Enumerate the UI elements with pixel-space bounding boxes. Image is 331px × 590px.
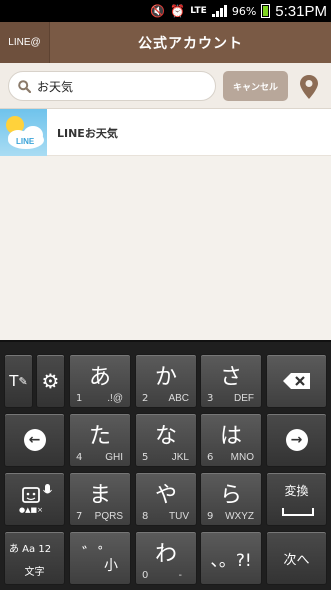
status-icons: 🔇 ⏰ LTE 96% 5:31PM <box>150 0 327 22</box>
settings-key[interactable]: ⚙ <box>36 354 65 408</box>
text-cursor-icon: T ✎ <box>9 372 28 390</box>
key-num: 4 <box>76 452 83 463</box>
lte-label: LTE <box>190 6 207 16</box>
key-kana: あ <box>88 365 111 390</box>
input-mode-options: あ Aa 12 <box>9 544 52 555</box>
clock: 5:31PM <box>275 2 327 20</box>
next-label: 次へ <box>283 552 310 568</box>
svg-text:●▲■×: ●▲■× <box>19 506 43 514</box>
back-button[interactable]: LINE@ <box>0 22 50 63</box>
account-name: LINEお天気 <box>57 126 118 140</box>
location-pin-icon[interactable] <box>299 74 319 100</box>
key-ha[interactable]: は 6 MNO <box>200 413 262 467</box>
handwriting-key[interactable]: T ✎ <box>4 354 33 408</box>
key-ra[interactable]: ら 9 WXYZ <box>200 472 262 526</box>
signal-icon <box>211 5 227 17</box>
input-mode-key[interactable]: あ Aa 12 文字 <box>4 531 65 585</box>
key-kana: ら <box>219 483 242 508</box>
key-a[interactable]: あ 1 .!@ <box>69 354 131 408</box>
key-sub: PQRS <box>94 511 123 522</box>
key-num: 2 <box>142 393 149 404</box>
key-ta[interactable]: た 4 GHI <box>69 413 131 467</box>
punctuation-key[interactable]: 、。?! <box>200 531 262 585</box>
app-header: LINE@ 公式アカウント <box>0 22 331 63</box>
backspace-key[interactable] <box>266 354 327 408</box>
left-arrow-key[interactable]: ← <box>4 413 65 467</box>
search-icon <box>18 80 31 93</box>
key-sub: .!@ <box>107 393 123 404</box>
dakuten-key[interactable]: ゛゜ 小 <box>69 531 131 585</box>
weather-account-avatar: LINE <box>0 109 47 156</box>
key-na[interactable]: な 5 JKL <box>135 413 197 467</box>
status-bar: 🔇 ⏰ LTE 96% 5:31PM <box>0 0 331 22</box>
key-num: 6 <box>207 452 214 463</box>
alarm-icon: ⏰ <box>170 4 186 18</box>
key-sub: WXYZ <box>225 511 254 522</box>
key-num: 7 <box>76 511 83 522</box>
right-arrow-key[interactable]: → <box>266 413 327 467</box>
henkan-label: 変換 <box>284 484 309 498</box>
page-title: 公式アカウント <box>138 35 243 52</box>
battery-icon <box>261 4 271 18</box>
sun-cloud-icon: LINE <box>6 116 44 149</box>
soft-keyboard: T ✎ ⚙ あ 1 .!@ か 2 ABC さ 3 DEF ← た 4 GHI な… <box>0 340 331 590</box>
key-num: 5 <box>142 452 149 463</box>
gear-icon: ⚙ <box>41 369 60 393</box>
key-ka[interactable]: か 2 ABC <box>135 354 197 408</box>
key-kana: な <box>154 424 177 449</box>
arrow-left-icon: ← <box>23 429 46 451</box>
key-sub: DEF <box>234 393 254 404</box>
key-kana: ま <box>88 483 111 508</box>
key-kana: は <box>219 424 242 449</box>
key-sub: MNO <box>230 452 254 463</box>
key-kana: わ <box>154 542 177 567</box>
henkan-key[interactable]: 変換 <box>266 472 327 526</box>
key-sub: - <box>178 570 182 581</box>
key-ma[interactable]: ま 7 PQRS <box>69 472 131 526</box>
cancel-button[interactable]: キャンセル <box>223 71 288 101</box>
key-sub: TUV <box>169 511 189 522</box>
battery-percent: 96% <box>231 4 257 18</box>
search-field[interactable] <box>8 71 216 101</box>
key-num: 8 <box>142 511 149 522</box>
search-bar: キャンセル <box>0 63 331 109</box>
list-item[interactable]: LINE LINEお天気 <box>0 109 331 156</box>
emoji-key[interactable]: ●▲■× <box>4 472 65 526</box>
key-ya[interactable]: や 8 TUV <box>135 472 197 526</box>
key-sub: JKL <box>171 452 189 463</box>
dakuten-label: 小 <box>104 558 118 574</box>
input-mode-label: 文字 <box>24 567 45 578</box>
key-sa[interactable]: さ 3 DEF <box>200 354 262 408</box>
results-empty-area <box>0 156 331 340</box>
key-sub: ABC <box>168 393 189 404</box>
key-wa[interactable]: わ 0 - <box>135 531 197 585</box>
key-num: 0 <box>142 570 149 581</box>
search-input[interactable] <box>37 76 207 96</box>
key-kana: か <box>154 365 177 390</box>
key-kana: た <box>88 424 111 449</box>
key-num: 3 <box>207 393 214 404</box>
punctuation-label: 、。?! <box>210 550 252 571</box>
key-num: 1 <box>76 393 83 404</box>
backspace-icon <box>282 373 310 389</box>
key-sub: GHI <box>105 452 123 463</box>
key-kana: や <box>154 483 177 508</box>
mute-icon: 🔇 <box>150 4 166 18</box>
face-icon: ●▲■× <box>19 484 52 514</box>
next-key[interactable]: 次へ <box>266 531 327 585</box>
arrow-right-icon: → <box>285 429 308 451</box>
key-num: 9 <box>207 511 214 522</box>
space-icon <box>282 508 314 516</box>
key-kana: さ <box>219 365 242 390</box>
avatar-text: LINE <box>16 137 35 146</box>
